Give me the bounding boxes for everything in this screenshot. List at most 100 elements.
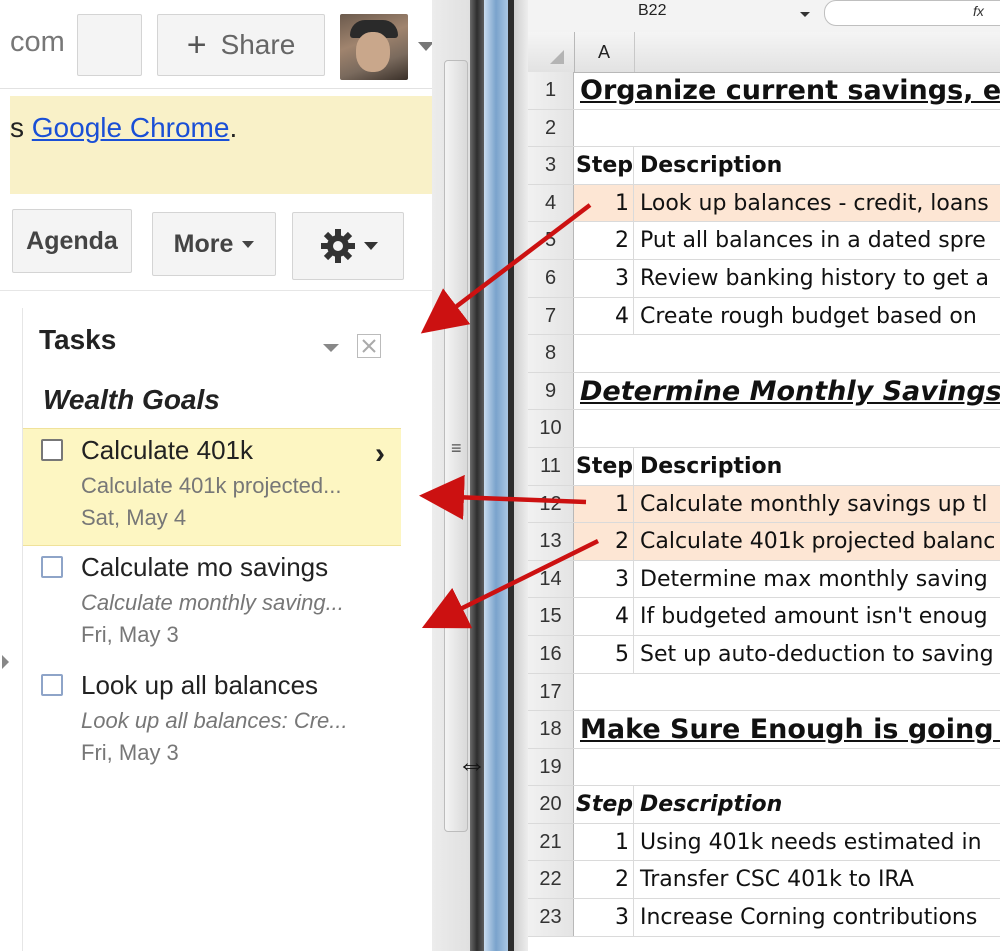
description-cell[interactable]: Review banking history to get a [634,260,1000,297]
step-number-cell[interactable]: 3 [574,259,634,297]
task-due-date: Fri, May 3 [81,740,179,765]
step-number-cell[interactable]: 2 [574,861,634,899]
row-number[interactable]: 13 [528,523,574,560]
description-cell[interactable]: Using 401k needs estimated in [634,824,1000,861]
step-header-cell[interactable]: Step [574,147,634,184]
step-number-cell[interactable]: 4 [574,598,634,635]
task-checkbox[interactable] [41,439,63,461]
row-number[interactable]: 19 [528,748,574,786]
empty-cell[interactable] [574,749,1000,786]
row-number[interactable]: 7 [528,297,574,335]
calendar-top-bar: com + Share [0,0,450,89]
row-number[interactable]: 15 [528,598,574,635]
sheet-row: 6 3 Review banking history to get a [528,259,1000,298]
expand-sidebar-icon[interactable] [2,655,9,669]
row-number[interactable]: 20 [528,786,574,823]
description-cell[interactable]: Create rough budget based on [634,298,1000,335]
sheet-row: 20 Step Description [528,786,1000,824]
step-number-cell[interactable]: 2 [574,222,634,259]
share-button[interactable]: + Share [157,14,325,76]
row-number[interactable]: 10 [528,410,574,447]
task-title[interactable]: Calculate 401k [81,435,253,466]
task-note: Look up all balances: Cre... [81,708,348,733]
section-heading-cell[interactable]: Organize current savings, ex [574,72,1000,109]
task-title[interactable]: Look up all balances [81,670,318,701]
empty-cell[interactable] [574,335,1000,372]
row-number[interactable]: 4 [528,184,574,222]
task-checkbox[interactable] [41,556,63,578]
row-number[interactable]: 22 [528,861,574,899]
description-cell[interactable]: Set up auto-deduction to saving [634,636,1000,673]
step-number-cell[interactable]: 5 [574,635,634,673]
step-number-cell[interactable]: 1 [574,485,634,523]
description-cell[interactable]: If budgeted amount isn't enoug [634,598,1000,635]
google-chrome-link[interactable]: Google Chrome [32,112,230,143]
name-box[interactable]: B22 [528,2,818,24]
close-icon[interactable] [357,334,381,358]
task-item[interactable]: Calculate mo savings Calculate monthly s… [23,548,401,658]
row-number[interactable]: 2 [528,109,574,147]
chevron-right-icon[interactable]: › [375,437,385,471]
row-number[interactable]: 8 [528,335,574,372]
task-title[interactable]: Calculate mo savings [81,552,328,583]
select-all-corner[interactable] [528,32,575,72]
description-cell[interactable]: Calculate 401k projected balanc [634,523,1000,560]
grip-icon[interactable]: ≡ [451,438,462,459]
empty-cell[interactable] [574,410,1000,447]
sheet-rows: 1 Organize current savings, ex 2 3 Step Descr… [528,72,1000,937]
row-number[interactable]: 5 [528,222,574,259]
task-checkbox[interactable] [41,674,63,696]
description-cell[interactable]: Determine max monthly saving [634,561,1000,598]
description-cell[interactable]: Look up balances - credit, loans [634,184,1000,222]
description-header-cell[interactable]: Description [634,448,1000,485]
row-number[interactable]: 12 [528,485,574,523]
section-heading-cell[interactable]: Determine Monthly Savings [574,373,1000,410]
row-number[interactable]: 9 [528,372,574,410]
task-item[interactable]: Calculate 401k › Calculate 401k projecte… [23,428,401,546]
settings-button[interactable] [292,212,404,280]
blank-toolbar-button[interactable] [77,14,142,76]
description-header-cell[interactable]: Description [634,147,1000,184]
sheet-row: 16 5 Set up auto-deduction to saving [528,635,1000,674]
description-header-cell[interactable]: Description [634,786,1000,823]
step-number-cell[interactable]: 4 [574,297,634,335]
row-number[interactable]: 17 [528,673,574,711]
sheet-row: 1 Organize current savings, ex [528,72,1000,110]
row-number[interactable]: 6 [528,259,574,297]
window-splitter[interactable]: ≡ [432,0,528,951]
row-number[interactable]: 21 [528,823,574,861]
description-cell[interactable]: Transfer CSC 401k to IRA [634,861,1000,898]
row-number[interactable]: 16 [528,635,574,673]
row-number[interactable]: 18 [528,711,574,748]
task-item[interactable]: Look up all balances Look up all balance… [23,666,401,776]
step-number-cell[interactable]: 3 [574,899,634,936]
agenda-button[interactable]: Agenda [12,209,132,273]
step-number-cell[interactable]: 2 [574,523,634,560]
empty-cell[interactable] [574,674,1000,711]
description-cell[interactable]: Put all balances in a dated spre [634,222,1000,259]
avatar[interactable] [340,14,408,80]
column-header-a[interactable]: A [574,32,635,72]
tasks-menu-caret-icon[interactable] [323,344,339,352]
divider [0,290,450,291]
sheet-row: 3 Step Description [528,147,1000,185]
description-cell[interactable]: Calculate monthly savings up tl [634,485,1000,523]
fx-icon[interactable]: fx [973,3,984,19]
name-box-caret-icon[interactable] [800,12,810,17]
row-number[interactable]: 23 [528,899,574,936]
sheet-row: 17 [528,673,1000,712]
row-number[interactable]: 14 [528,560,574,598]
row-number[interactable]: 3 [528,147,574,184]
row-number[interactable]: 1 [528,72,574,109]
row-number[interactable]: 11 [528,447,574,485]
step-number-cell[interactable]: 1 [574,823,634,861]
sheet-row: 19 [528,748,1000,787]
step-number-cell[interactable]: 3 [574,560,634,598]
step-header-cell[interactable]: Step [574,447,634,485]
step-header-cell[interactable]: Step [574,786,634,823]
empty-cell[interactable] [574,110,1000,147]
step-number-cell[interactable]: 1 [574,184,634,222]
description-cell[interactable]: Increase Corning contributions [634,899,1000,936]
section-heading-cell[interactable]: Make Sure Enough is going in [574,711,1000,748]
more-button[interactable]: More [152,212,276,276]
